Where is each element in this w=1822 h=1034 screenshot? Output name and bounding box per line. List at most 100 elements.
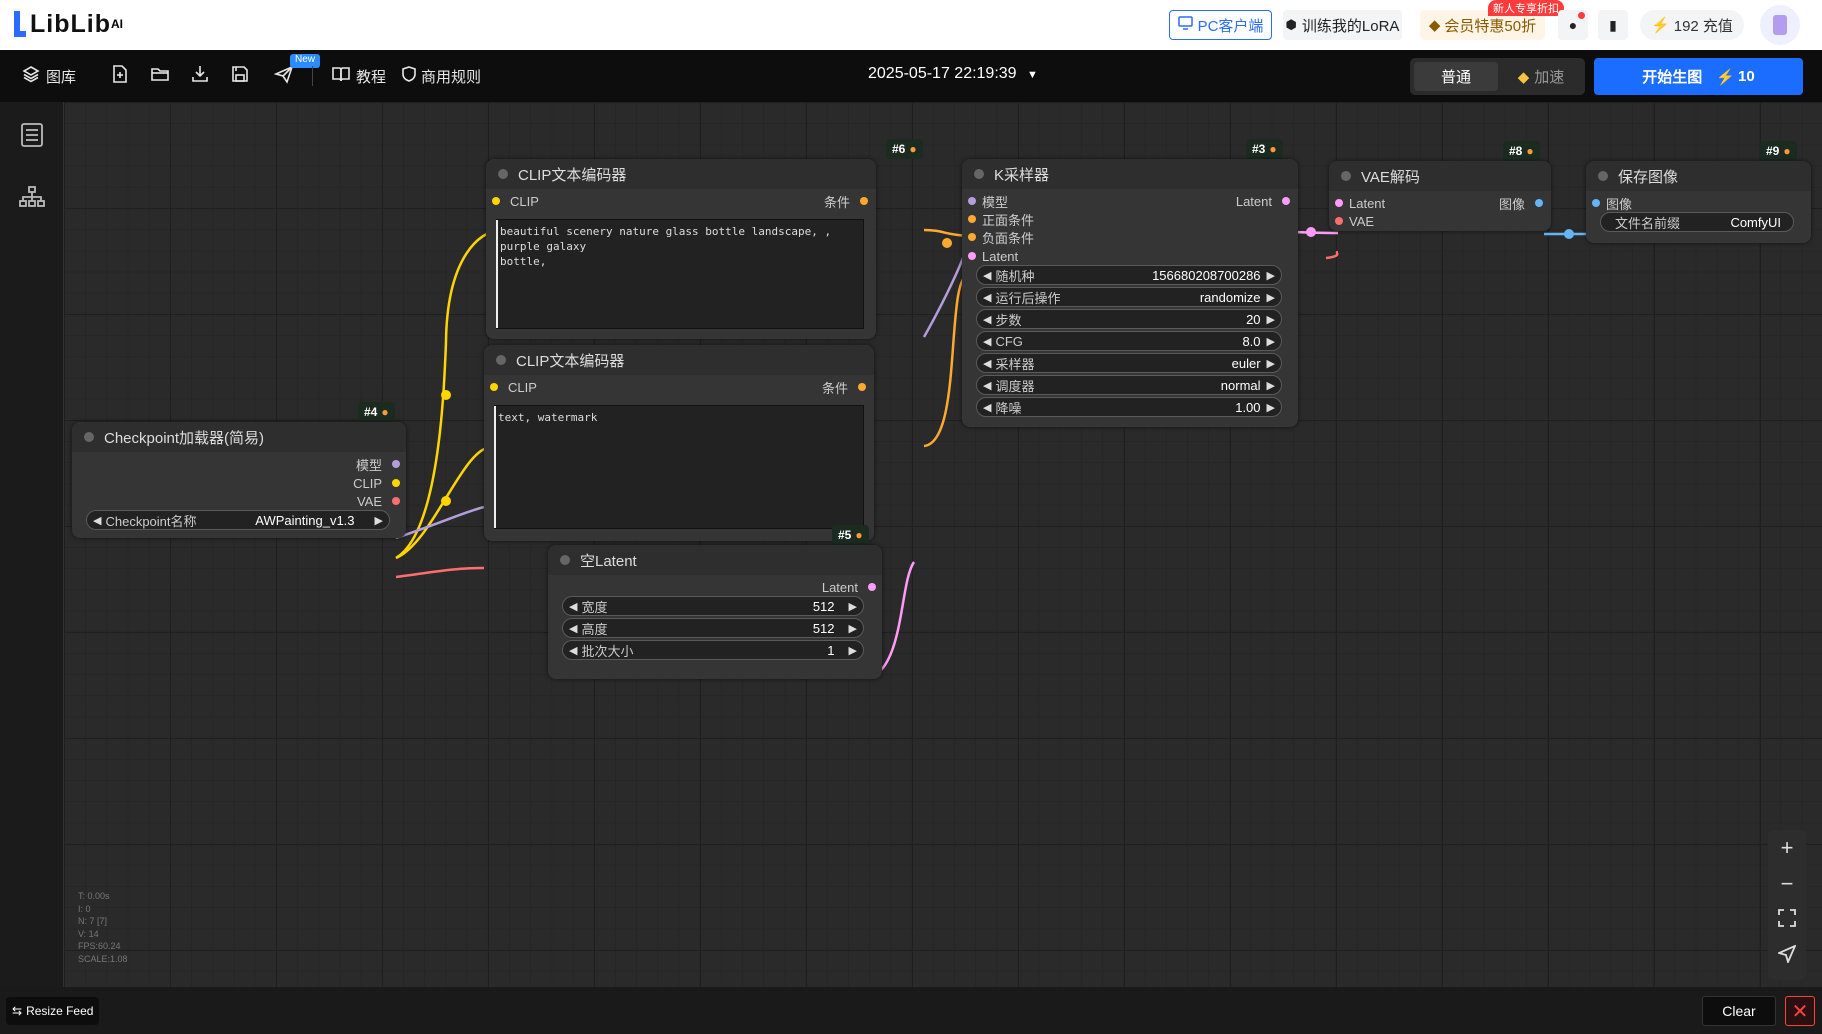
decrement-arrow-icon[interactable]: ◀ [569, 622, 577, 635]
decrement-arrow-icon[interactable]: ◀ [983, 269, 991, 282]
clear-button[interactable]: Clear [1702, 996, 1776, 1026]
mode-normal-tab[interactable]: 普通 [1414, 62, 1498, 91]
download-button[interactable] [190, 64, 210, 88]
user-avatar[interactable] [1760, 5, 1800, 45]
decrement-arrow-icon[interactable]: ◀ [569, 644, 577, 657]
slot-dot[interactable] [968, 233, 976, 241]
history-selector[interactable]: 2025-05-17 22:19:39 ▼ [868, 65, 1038, 83]
generate-button[interactable]: 开始生图 ⚡ 10 [1594, 58, 1803, 95]
collapse-dot[interactable] [974, 169, 984, 179]
widget-scheduler[interactable]: ◀ 调度器 normal ▶ [976, 375, 1282, 395]
input-slot-clip[interactable]: CLIP [490, 379, 537, 395]
locate-button[interactable] [1768, 938, 1806, 974]
slot-dot[interactable] [392, 497, 400, 505]
increment-arrow-icon[interactable]: ▶ [1267, 357, 1275, 370]
widget-height[interactable]: ◀ 高度 512 ▶ [562, 618, 864, 638]
slot-dot[interactable] [1335, 199, 1343, 207]
node-header[interactable]: 保存图像 [1586, 161, 1811, 191]
close-feed-button[interactable]: ✕ [1785, 996, 1815, 1026]
input-slot-clip[interactable]: CLIP [492, 193, 539, 209]
input-slot-negative[interactable]: 负面条件 [968, 229, 1034, 246]
mode-fast-tab[interactable]: ◆ 加速 [1500, 62, 1582, 91]
points-recharge-button[interactable]: ⚡ 192 充值 [1640, 10, 1744, 40]
collapse-dot[interactable] [84, 432, 94, 442]
resize-feed-button[interactable]: ⇆ Resize Feed [6, 997, 100, 1025]
node-header[interactable]: CLIP文本编码器 [484, 345, 874, 375]
output-slot-vae[interactable]: VAE [357, 493, 400, 509]
decrement-arrow-icon[interactable]: ◀ [983, 401, 991, 414]
slot-dot[interactable] [392, 460, 400, 468]
node-header[interactable]: VAE解码 [1329, 161, 1551, 191]
decrement-arrow-icon[interactable]: ◀ [983, 313, 991, 326]
decrement-arrow-icon[interactable]: ◀ [93, 514, 101, 527]
widget-seed[interactable]: ◀ 随机种 156680208700286 ▶ [976, 265, 1282, 285]
output-slot-latent[interactable]: Latent [822, 579, 876, 595]
increment-arrow-icon[interactable]: ▶ [1267, 291, 1275, 304]
widget-cfg[interactable]: ◀ CFG 8.0 ▶ [976, 331, 1282, 351]
decrement-arrow-icon[interactable]: ◀ [983, 335, 991, 348]
slot-dot[interactable] [858, 383, 866, 391]
widget-steps[interactable]: ◀ 步数 20 ▶ [976, 309, 1282, 329]
workflow-tree-button[interactable] [19, 186, 45, 213]
increment-arrow-icon[interactable]: ▶ [1267, 379, 1275, 392]
zoom-in-button[interactable]: + [1768, 830, 1806, 866]
tutorial-button[interactable]: 教程 [332, 64, 386, 88]
collapse-dot[interactable] [496, 355, 506, 365]
decrement-arrow-icon[interactable]: ◀ [983, 291, 991, 304]
widget-batch-size[interactable]: ◀ 批次大小 1 ▶ [562, 640, 864, 660]
slot-dot[interactable] [1335, 217, 1343, 225]
increment-arrow-icon[interactable]: ▶ [849, 622, 857, 635]
input-slot-latent[interactable]: Latent [1335, 195, 1385, 211]
slot-dot[interactable] [1282, 197, 1290, 205]
decrement-arrow-icon[interactable]: ◀ [983, 379, 991, 392]
slot-dot[interactable] [492, 197, 500, 205]
output-slot-conditioning[interactable]: 条件 [822, 379, 866, 396]
slot-dot[interactable] [868, 583, 876, 591]
output-slot-model[interactable]: 模型 [356, 456, 400, 473]
slot-dot[interactable] [968, 197, 976, 205]
node-clip-text-encoder-positive[interactable]: CLIP文本编码器 CLIP 条件 beautiful scenery natu… [486, 159, 876, 339]
widget-filename-prefix[interactable]: 文件名前缀 ComfyUI [1600, 212, 1794, 232]
node-ksampler[interactable]: K采样器 模型 正面条件 负面条件 Latent Latent ◀ 随机种 1566… [962, 159, 1298, 427]
node-save-image[interactable]: 保存图像 图像 文件名前缀 ComfyUI [1586, 161, 1811, 243]
increment-arrow-icon[interactable]: ▶ [1267, 335, 1275, 348]
increment-arrow-icon[interactable]: ▶ [849, 644, 857, 657]
commercial-rules-button[interactable]: 商用规则 [402, 64, 481, 88]
increment-arrow-icon[interactable]: ▶ [375, 514, 383, 527]
widget-control-after[interactable]: ◀ 运行后操作 randomize ▶ [976, 287, 1282, 307]
widget-sampler[interactable]: ◀ 采样器 euler ▶ [976, 353, 1282, 373]
slot-dot[interactable] [490, 383, 498, 391]
open-folder-button[interactable] [150, 64, 170, 88]
node-list-button[interactable] [20, 122, 44, 153]
new-file-button[interactable] [110, 64, 130, 88]
node-header[interactable]: CLIP文本编码器 [486, 159, 876, 189]
increment-arrow-icon[interactable]: ▶ [1267, 269, 1275, 282]
input-slot-model[interactable]: 模型 [968, 193, 1008, 210]
prompt-textarea-positive[interactable]: beautiful scenery nature glass bottle la… [496, 219, 864, 329]
increment-arrow-icon[interactable]: ▶ [1267, 313, 1275, 326]
slot-dot[interactable] [860, 197, 868, 205]
widget-width[interactable]: ◀ 宽度 512 ▶ [562, 596, 864, 616]
widget-denoise[interactable]: ◀ 降噪 1.00 ▶ [976, 397, 1282, 417]
input-slot-positive[interactable]: 正面条件 [968, 211, 1034, 228]
output-slot-clip[interactable]: CLIP [353, 475, 400, 491]
liblib-logo[interactable]: LibLib AI [14, 10, 123, 38]
fit-view-button[interactable] [1768, 902, 1806, 938]
collapse-dot[interactable] [1598, 171, 1608, 181]
node-empty-latent[interactable]: 空Latent Latent ◀ 宽度 512 ▶ ◀ 高度 512 ▶ ◀ 批次大小 1 ▶ [548, 545, 882, 679]
node-header[interactable]: K采样器 [962, 159, 1298, 189]
collapse-dot[interactable] [560, 555, 570, 565]
input-slot-image[interactable]: 图像 [1592, 195, 1632, 212]
input-slot-vae[interactable]: VAE [1335, 213, 1374, 229]
pc-client-button[interactable]: PC客户端 [1169, 10, 1272, 40]
node-clip-text-encoder-negative[interactable]: CLIP文本编码器 CLIP 条件 text, watermark [484, 345, 874, 541]
decrement-arrow-icon[interactable]: ◀ [983, 357, 991, 370]
output-slot-conditioning[interactable]: 条件 [824, 193, 868, 210]
collapse-dot[interactable] [498, 169, 508, 179]
zoom-out-button[interactable]: − [1768, 866, 1806, 902]
slot-dot[interactable] [968, 252, 976, 260]
output-slot-image[interactable]: 图像 [1499, 195, 1543, 212]
node-canvas[interactable]: #6 ● CLIP文本编码器 CLIP 条件 beautiful scenery … [64, 102, 1822, 987]
save-button[interactable] [230, 64, 250, 88]
node-checkpoint-loader[interactable]: Checkpoint加载器(简易) 模型 CLIP VAE ◀ Checkpoin… [72, 422, 406, 538]
